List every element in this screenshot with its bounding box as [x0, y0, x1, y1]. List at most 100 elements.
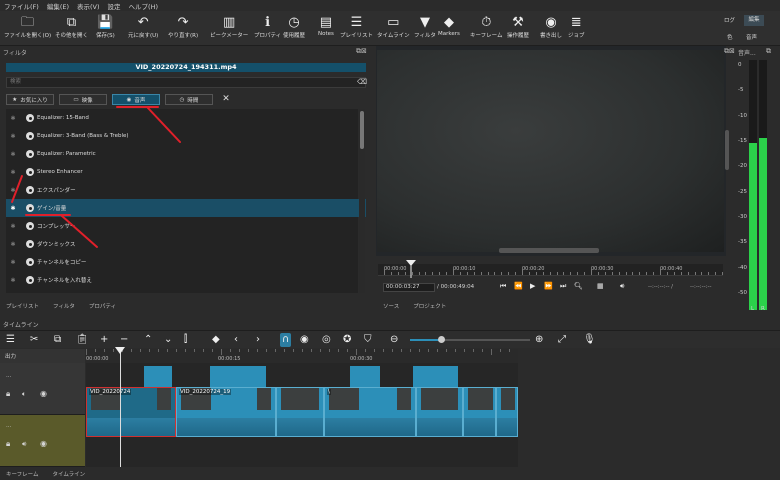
position-timecode[interactable]: 00:00:03:27 — [383, 283, 435, 292]
track-a1-header[interactable]: ... 🔒︎ 🔊︎ ◉ — [0, 415, 85, 467]
in-point-label: --:--:--:-- / — [648, 284, 674, 290]
split-icon[interactable]: ⫿ — [184, 333, 187, 347]
lift-icon[interactable]: ⌃ — [144, 333, 152, 347]
remove-icon[interactable]: − — [120, 333, 128, 347]
timeline-ruler-tick — [392, 349, 393, 352]
player-float-icon[interactable]: ⧉⊠ — [724, 47, 735, 56]
lock-icon[interactable]: 🔒︎ — [6, 389, 10, 399]
grid-icon[interactable]: ▦ — [597, 282, 604, 290]
ripple-all-icon[interactable]: ✪ — [343, 333, 351, 347]
ruler-tick — [618, 272, 620, 275]
timeline-clip[interactable]: \ — [324, 387, 416, 437]
timeline-tracks-area[interactable]: VID_20220724 VID_20220724_19 \ — [86, 363, 518, 467]
track-v1-header[interactable]: ... 🔒︎ 🔈︎ ◉ — [0, 363, 85, 415]
zoom-slider[interactable] — [410, 336, 530, 343]
video-preview[interactable] — [377, 50, 724, 252]
timeline-clip[interactable]: VID_20220724_19 — [176, 387, 276, 437]
meter-float-icon[interactable]: ⧉ — [766, 47, 771, 56]
meter-scale-label: -50 — [738, 290, 747, 296]
timeline-ruler-tick — [230, 349, 231, 352]
tab-timeline[interactable]: タイムライン — [53, 470, 86, 478]
timeline-clip[interactable] — [276, 387, 324, 437]
scrub-icon[interactable]: ◉ — [300, 333, 309, 347]
ruler-tick — [473, 272, 475, 275]
playhead-marker[interactable] — [405, 259, 417, 279]
zoom-icon[interactable]: 🔍︎ — [574, 282, 583, 290]
cut-icon[interactable]: ✂ — [30, 333, 38, 347]
ruler-tick — [611, 272, 613, 275]
timeline-ruler-tick — [311, 349, 312, 352]
lock-icon[interactable]: 🔒︎ — [6, 439, 10, 449]
timeline-ruler[interactable]: 00:00:00 00:00:15 00:00:30 — [86, 349, 518, 363]
marker-icon[interactable]: ◆ — [212, 333, 220, 347]
ruler-tick — [453, 269, 454, 275]
skip-end-icon[interactable]: ⏭ — [560, 282, 566, 291]
ruler-tick — [673, 272, 675, 275]
track-a1-name[interactable]: ... — [6, 423, 11, 429]
mute-icon[interactable]: 🔈︎ — [22, 390, 26, 399]
timeline-clip-segment[interactable] — [144, 366, 172, 388]
zoom-in-icon[interactable]: ⊕ — [535, 333, 543, 347]
meter-scale-label: -15 — [738, 138, 747, 144]
speaker-icon[interactable]: 🔊︎ — [22, 440, 26, 449]
add-icon[interactable]: + — [100, 333, 108, 347]
timeline-ruler-tick — [131, 349, 132, 352]
eye-icon[interactable]: ◉ — [40, 439, 47, 448]
copy-icon[interactable]: ⧉ — [54, 333, 61, 347]
ruler-tick — [570, 272, 572, 275]
timeline-ruler-tick — [410, 349, 411, 352]
rewind-icon[interactable]: ⏪ — [514, 282, 523, 290]
timeline-ruler-tick — [383, 349, 384, 352]
timeline-ruler-tick — [428, 349, 429, 352]
timeline-playhead[interactable] — [120, 349, 121, 467]
menu-icon[interactable]: ☰ — [6, 333, 15, 347]
ripple-icon[interactable]: ◎ — [322, 333, 331, 347]
ripple-markers-icon[interactable]: ⛉ — [364, 333, 372, 347]
tab-source[interactable]: ソース — [383, 302, 399, 310]
timeline-ruler-tick — [320, 349, 321, 352]
timeline-clip[interactable] — [463, 387, 496, 437]
meter-label-right: R — [761, 306, 765, 312]
snap-icon[interactable]: ∩ — [280, 333, 292, 347]
ruler-tick — [528, 272, 530, 275]
audio-meter-left — [749, 60, 757, 310]
zoom-out-icon[interactable]: ⊖ — [390, 333, 398, 347]
play-icon[interactable]: ▶ — [530, 282, 535, 290]
meter-scale-label: -20 — [738, 163, 747, 170]
ruler-tick — [418, 272, 420, 275]
tab-keyframes[interactable]: キーフレーム — [6, 470, 39, 478]
timeline-ruler-tick — [167, 349, 168, 352]
paste-icon[interactable]: 📋︎ — [76, 333, 89, 347]
timeline-ruler-tick — [95, 349, 96, 352]
timeline-ruler-tick — [347, 349, 348, 352]
overwrite-icon[interactable]: ⌄ — [164, 333, 172, 347]
timeline-clip-segment[interactable] — [350, 366, 380, 388]
zoom-fit-icon[interactable]: ⤢ — [558, 333, 566, 347]
volume-icon[interactable]: 🔊︎ — [620, 282, 624, 291]
clip-thumbnail — [305, 388, 319, 410]
track-v1-name[interactable]: ... — [6, 373, 11, 379]
timeline-ruler-tick — [509, 349, 510, 352]
skip-start-icon[interactable]: ⏮ — [500, 282, 506, 291]
clip-waveform — [464, 418, 495, 436]
audio-meter-header: 音声... — [738, 50, 756, 57]
record-audio-icon[interactable]: 🎙︎ — [583, 333, 596, 347]
prev-marker-icon[interactable]: ‹ — [234, 333, 238, 347]
timeline-clip-segment[interactable] — [413, 366, 458, 388]
timeline-ruler-label: 00:00:00 — [86, 356, 109, 362]
fast-forward-icon[interactable]: ⏩ — [544, 282, 553, 290]
timeline-clip[interactable] — [496, 387, 518, 437]
meter-scale-label: -40 — [738, 264, 747, 271]
timeline-ruler-tick — [239, 349, 240, 352]
video-hscrollbar[interactable] — [499, 248, 599, 253]
ruler-tick — [480, 272, 482, 275]
timeline-clip[interactable] — [416, 387, 463, 437]
tab-project[interactable]: プロジェクト — [413, 302, 446, 310]
timeline-clip-segment[interactable] — [210, 366, 266, 388]
eye-icon[interactable]: ◉ — [40, 389, 47, 398]
zoom-slider-handle[interactable] — [438, 336, 445, 343]
player-ruler[interactable]: 00:00:00 00:00:10 00:00:20 00:00:30 00:00:40 — [378, 264, 724, 276]
video-vscrollbar[interactable] — [725, 130, 729, 170]
timeline-playhead-marker[interactable] — [115, 347, 126, 355]
next-marker-icon[interactable]: › — [256, 333, 260, 347]
